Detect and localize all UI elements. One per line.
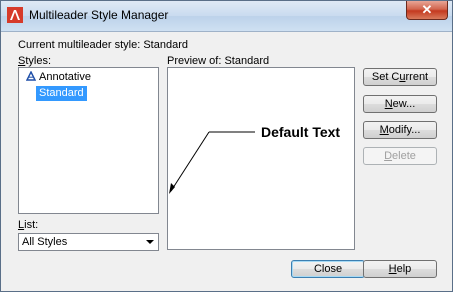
dialog-window: Multileader Style Manager ✕ Current mult… [0,0,453,292]
current-style-label: Current multileader style: Standard [18,39,188,51]
modify-button[interactable]: Modify... [363,121,437,139]
help-button[interactable]: Help [363,260,437,278]
title-bar[interactable]: Multileader Style Manager ✕ [1,1,452,32]
list-item-selected[interactable]: Standard [36,86,87,101]
list-label: List: [18,219,39,231]
chevron-down-icon[interactable] [146,240,154,244]
delete-button[interactable]: Delete [363,147,437,165]
preview-default-text: Default Text [261,124,341,140]
list-filter-value: All Styles [22,236,68,248]
window-title: Multileader Style Manager [29,8,169,22]
styles-label: Styles: [18,55,52,67]
set-current-button[interactable]: Set Current [363,68,437,86]
arrowhead-icon [169,183,175,194]
list-filter-dropdown[interactable]: All Styles [18,233,159,251]
new-button[interactable]: New... [363,95,437,113]
close-window-button[interactable]: ✕ [406,1,448,20]
leader-line-drawing [169,131,255,194]
annotative-icon [25,70,37,81]
preview-label: Preview of: Standard [167,55,270,67]
style-preview-panel: Default Text [167,67,355,250]
list-item-label: Annotative [39,71,91,83]
close-icon: ✕ [421,2,433,17]
close-button[interactable]: Close [291,260,365,278]
styles-listbox[interactable]: Annotative Standard [18,67,159,214]
autocad-app-icon[interactable] [7,7,23,23]
list-item[interactable]: Annotative [23,70,94,85]
